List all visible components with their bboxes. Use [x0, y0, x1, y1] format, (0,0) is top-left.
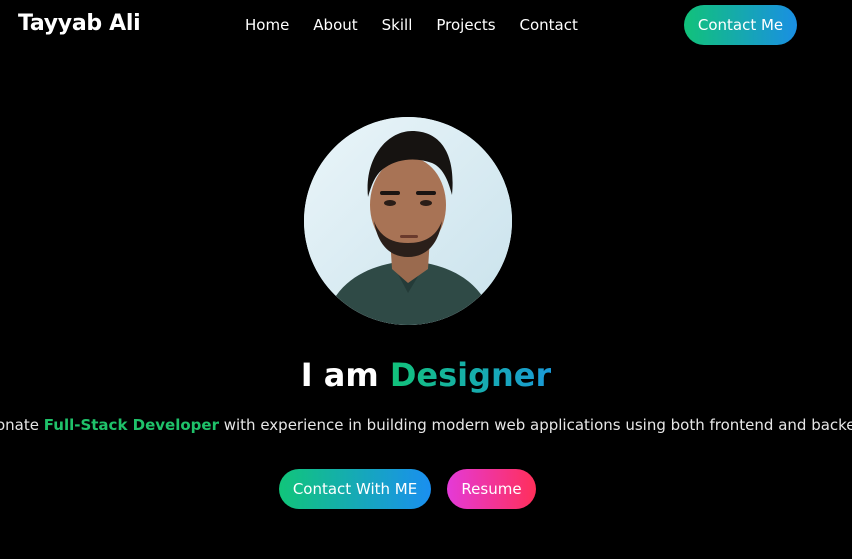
tagline-text: onate Full-Stack Developer with experien…	[0, 416, 852, 434]
resume-button[interactable]: Resume	[447, 469, 536, 509]
nav-links: Home About Skill Projects Contact	[245, 16, 578, 34]
nav-link-projects[interactable]: Projects	[436, 16, 495, 34]
avatar	[304, 117, 512, 325]
hero-tagline: onate Full-Stack Developer with experien…	[0, 416, 852, 438]
tagline-before: onate	[0, 416, 44, 434]
contact-with-me-button[interactable]: Contact With ME	[279, 469, 431, 509]
tagline-after: with experience in building modern web a…	[223, 416, 852, 434]
headline-role: Designer	[389, 356, 552, 394]
hero-headline: I am Designer	[0, 356, 852, 394]
nav-link-home[interactable]: Home	[245, 16, 289, 34]
nav-link-skill[interactable]: Skill	[382, 16, 413, 34]
profile-photo-icon	[304, 117, 512, 325]
nav-link-contact[interactable]: Contact	[520, 16, 578, 34]
tagline-highlight: Full-Stack Developer	[43, 416, 219, 434]
headline-prefix: I am	[300, 356, 379, 394]
brand-logo[interactable]: Tayyab Ali	[18, 11, 141, 36]
contact-me-button[interactable]: Contact Me	[684, 5, 797, 45]
nav-link-about[interactable]: About	[313, 16, 357, 34]
navbar: Tayyab Ali Home About Skill Projects Con…	[0, 0, 852, 52]
